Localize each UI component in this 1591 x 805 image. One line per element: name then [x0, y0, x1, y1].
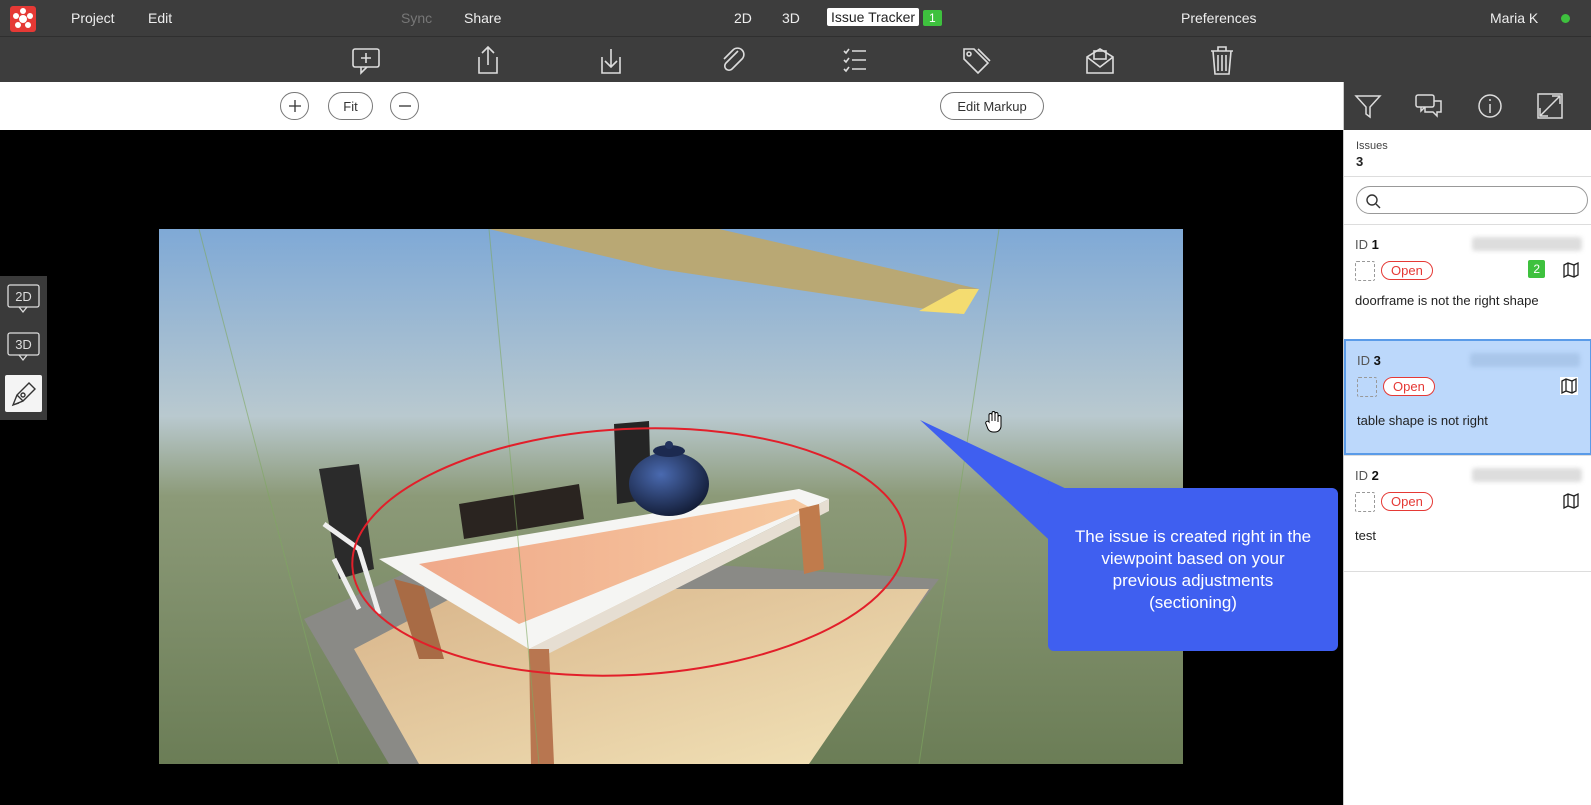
user-status-dot — [1561, 14, 1570, 23]
issue-checkbox[interactable] — [1355, 261, 1375, 281]
toolbar — [0, 36, 1591, 82]
zoom-fit-button[interactable]: Fit — [328, 92, 373, 120]
issue-status-badge[interactable]: Open — [1383, 377, 1435, 396]
pen-icon — [11, 382, 36, 407]
tags-icon[interactable] — [960, 43, 994, 77]
zoom-out-button[interactable] — [390, 92, 419, 120]
menu-edit[interactable]: Edit — [148, 10, 172, 26]
menu-issue-tracker[interactable]: Issue Tracker 1 — [827, 8, 942, 26]
issue-id: ID 2 — [1355, 468, 1379, 483]
view-2d-label: 2D — [15, 289, 32, 304]
search-icon — [1366, 194, 1381, 209]
issue-status-badge[interactable]: Open — [1381, 492, 1433, 511]
search-field[interactable] — [1387, 190, 1577, 210]
issue-item[interactable]: ID 1 Open 2 doorframe is not the right s… — [1344, 224, 1591, 340]
markup-pen-button[interactable] — [5, 375, 42, 412]
issue-author-blurred — [1472, 468, 1582, 482]
view-2d-button[interactable]: 2D — [5, 280, 42, 317]
info-icon[interactable] — [1474, 90, 1506, 122]
divider — [1344, 571, 1591, 572]
add-comment-icon[interactable] — [349, 43, 383, 77]
issue-tracker-label: Issue Tracker — [827, 8, 920, 26]
menu-2d[interactable]: 2D — [734, 10, 752, 26]
issue-id: ID 3 — [1357, 353, 1381, 368]
menu-preferences[interactable]: Preferences — [1181, 10, 1256, 26]
issue-description: doorframe is not the right shape — [1355, 293, 1539, 308]
viewpoint-icon[interactable] — [1562, 261, 1580, 279]
issue-item[interactable]: ID 2 Open test — [1344, 455, 1591, 571]
issue-comment-count: 2 — [1528, 260, 1545, 278]
issues-count-block: Issues 3 — [1356, 140, 1388, 169]
left-view-switcher: 2D 3D — [0, 276, 47, 420]
view-3d-label: 3D — [15, 337, 32, 352]
issue-description: test — [1355, 528, 1376, 543]
menu-share[interactable]: Share — [464, 10, 501, 26]
upload-icon[interactable] — [471, 43, 505, 77]
menu-3d[interactable]: 3D — [782, 10, 800, 26]
callout-text: The issue is created right in the viewpo… — [1074, 526, 1312, 612]
filter-icon[interactable] — [1352, 90, 1384, 122]
download-icon[interactable] — [594, 43, 628, 77]
divider — [1344, 176, 1591, 177]
issues-count: 3 — [1356, 154, 1364, 169]
issues-search-input[interactable] — [1356, 186, 1588, 214]
edit-markup-button[interactable]: Edit Markup — [940, 92, 1044, 120]
issue-id: ID 1 — [1355, 237, 1379, 252]
comments-icon[interactable] — [1413, 90, 1445, 122]
issue-checkbox[interactable] — [1357, 377, 1377, 397]
viewpoint-icon[interactable] — [1560, 377, 1578, 395]
issues-panel-header — [1344, 82, 1591, 130]
issue-checkbox[interactable] — [1355, 492, 1375, 512]
issue-item-selected[interactable]: ID 3 Open table shape is not right — [1344, 339, 1591, 455]
minus-icon — [398, 105, 411, 107]
attachment-icon[interactable] — [716, 43, 750, 77]
issue-description: table shape is not right — [1357, 413, 1488, 428]
checklist-icon[interactable] — [838, 43, 872, 77]
menu-project[interactable]: Project — [71, 10, 115, 26]
issue-status-badge[interactable]: Open — [1381, 261, 1433, 280]
expand-icon[interactable] — [1534, 90, 1566, 122]
zoom-bar: Fit Edit Markup — [0, 82, 1343, 130]
tutorial-callout: The issue is created right in the viewpo… — [1048, 488, 1338, 651]
view-3d-button[interactable]: 3D — [5, 328, 42, 365]
user-name[interactable]: Maria K — [1490, 10, 1538, 26]
issue-author-blurred — [1472, 237, 1582, 251]
inbox-icon[interactable] — [1083, 43, 1117, 77]
plus-icon — [288, 100, 301, 112]
zoom-in-button[interactable] — [280, 92, 309, 120]
menu-sync[interactable]: Sync — [401, 10, 432, 26]
issues-panel: Issues 3 ID 1 Open 2 doorframe is not th… — [1343, 82, 1591, 805]
app-logo-icon[interactable] — [10, 6, 36, 32]
issues-title: Issues — [1356, 140, 1388, 152]
viewpoint-icon[interactable] — [1562, 492, 1580, 510]
3d-viewport[interactable]: 2D 3D The issue is created right in the … — [0, 130, 1343, 805]
menu-bar: Project Edit Sync Share 2D 3D Issue Trac… — [0, 0, 1591, 36]
issue-tracker-badge: 1 — [923, 10, 942, 26]
issue-author-blurred — [1470, 353, 1580, 367]
trash-icon[interactable] — [1205, 43, 1239, 77]
